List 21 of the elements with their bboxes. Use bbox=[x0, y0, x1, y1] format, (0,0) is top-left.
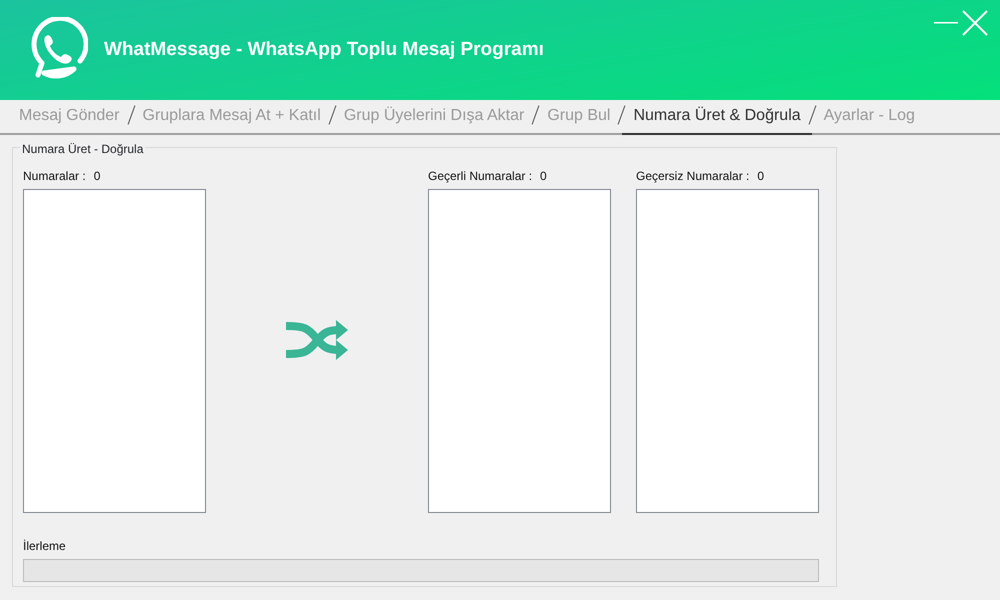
close-icon[interactable] bbox=[962, 10, 988, 36]
group-title: Numara Üret - Doğrula bbox=[20, 140, 146, 158]
progress-label: İlerleme bbox=[23, 538, 66, 555]
count-value: 0 bbox=[540, 168, 547, 185]
tab[interactable]: Numara Üret & Doğrula bbox=[622, 98, 812, 135]
shuffle-icon[interactable] bbox=[284, 318, 350, 362]
list-label: Geçerli Numaralar : bbox=[428, 168, 532, 185]
minimize-icon[interactable] bbox=[934, 22, 958, 24]
list-label: Geçersiz Numaralar : bbox=[636, 168, 750, 185]
tab[interactable]: Gruplara Mesaj At + Katıl bbox=[132, 98, 332, 135]
tab[interactable]: Mesaj Gönder bbox=[8, 98, 130, 135]
tab[interactable]: Grup Üyelerini Dışa Aktar bbox=[332, 98, 536, 135]
number-list[interactable] bbox=[428, 189, 611, 513]
window-title: WhatMessage - WhatsApp Toplu Mesaj Programı bbox=[104, 38, 544, 62]
count-value: 0 bbox=[94, 168, 100, 185]
count-value: 0 bbox=[757, 168, 764, 185]
tab[interactable]: Ayarlar - Log bbox=[812, 98, 926, 135]
number-list[interactable] bbox=[636, 189, 819, 513]
list-label: Numaralar : bbox=[23, 168, 86, 185]
tab[interactable]: Grup Bul bbox=[536, 98, 622, 135]
number-list[interactable] bbox=[23, 189, 206, 513]
